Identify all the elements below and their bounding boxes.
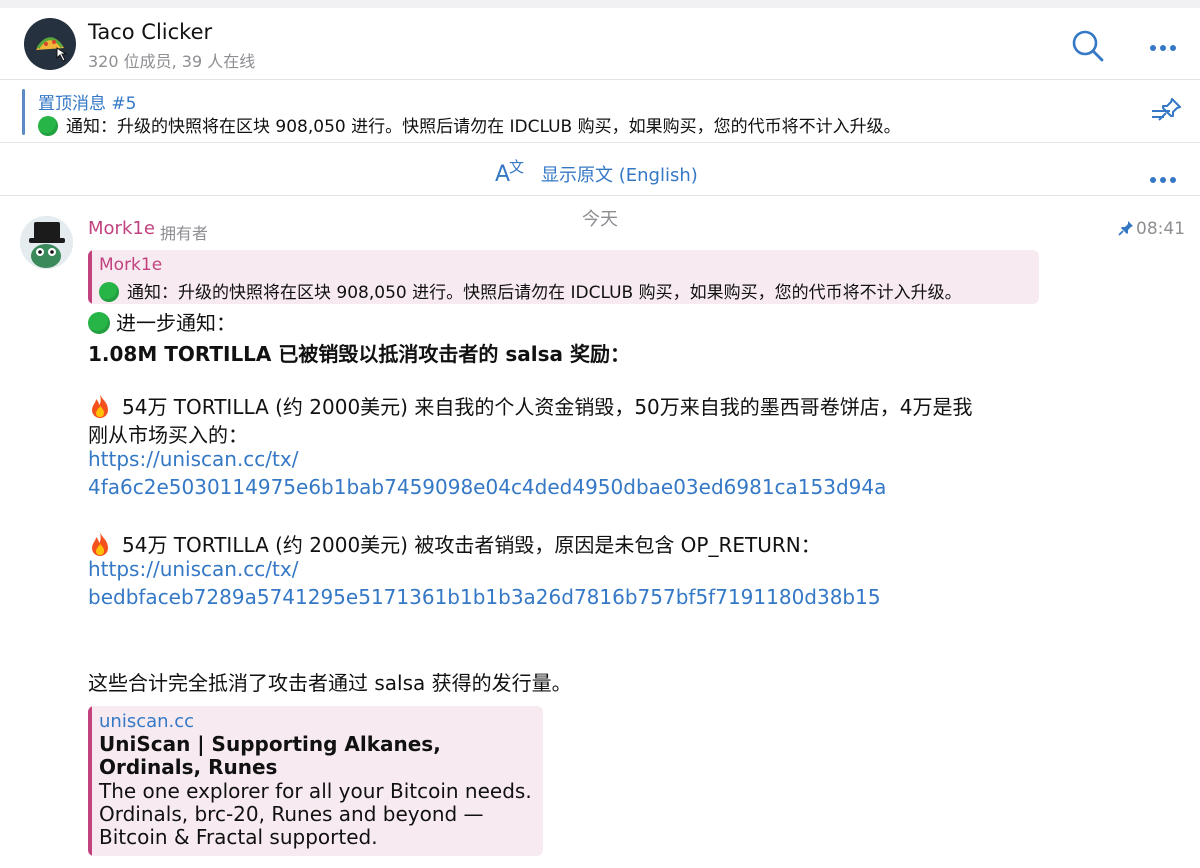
preview-accent-bar (88, 706, 92, 856)
chat-header: Taco Clicker 320 位成员, 39 人在线 (0, 8, 1200, 80)
item2-text: 54万 TORTILLA (约 2000美元) 被攻击者销毁，原因是未包含 OP… (122, 533, 821, 557)
svg-text:A: A (495, 162, 510, 186)
preview-site-name: uniscan.cc (99, 711, 195, 732)
pinned-accent-bar (22, 89, 25, 135)
pin-icon (1118, 221, 1133, 236)
reply-text-content: 通知：升级的快照将在区块 908,050 进行。快照后请勿在 IDCLUB 购买… (127, 283, 962, 303)
message-intro: 进一步通知： (88, 307, 236, 336)
sender-role-badge: 拥有者 (160, 224, 209, 243)
tx-link-2a[interactable]: https://uniscan.cc/tx/ (88, 557, 298, 581)
green-circle-icon (88, 312, 110, 334)
more-dots-icon[interactable] (1140, 154, 1186, 188)
tx-link-2b[interactable]: bedbfaceb7289a5741295e5171361b1b1b3a26d7… (88, 585, 881, 609)
sender-name[interactable]: Mork1e (88, 218, 155, 239)
svg-text:文: 文 (509, 158, 524, 176)
reply-text: 通知：升级的快照将在区块 908,050 进行。快照后请勿在 IDCLUB 购买… (99, 278, 1024, 303)
chat-title[interactable]: Taco Clicker (88, 20, 212, 44)
item1-line: 54万 TORTILLA (约 2000美元) 来自我的个人资金销毁，50万来自… (88, 391, 973, 420)
translate-icon[interactable]: A 文 (494, 156, 528, 187)
member-count: 320 位成员, 39 人在线 (88, 52, 256, 71)
translate-bar: A 文 显示原文 (English) (0, 144, 1200, 196)
fire-icon (92, 394, 108, 418)
pinned-message-bar[interactable]: 置顶消息 #5 通知：升级的快照将在区块 908,050 进行。快照后请勿在 I… (0, 81, 1200, 143)
reply-accent-bar (88, 250, 92, 304)
search-icon[interactable] (1068, 26, 1108, 66)
green-circle-icon (99, 282, 119, 302)
item2-line: 54万 TORTILLA (约 2000美元) 被攻击者销毁，原因是未包含 OP… (88, 529, 821, 558)
message-summary: 这些合计完全抵消了攻击者通过 salsa 获得的发行量。 (88, 671, 572, 695)
pinned-list-icon[interactable] (1148, 95, 1184, 129)
pinned-text-content: 通知：升级的快照将在区块 908,050 进行。快照后请勿在 IDCLUB 购买… (66, 117, 901, 137)
green-circle-icon (38, 116, 58, 136)
preview-description: The one explorer for all your Bitcoin ne… (99, 779, 532, 849)
reply-sender: Mork1e (99, 255, 163, 275)
avatar[interactable] (20, 216, 73, 269)
group-avatar[interactable] (24, 18, 76, 70)
pinned-text: 通知：升级的快照将在区块 908,050 进行。快照后请勿在 IDCLUB 购买… (38, 112, 901, 137)
link-preview-card[interactable]: uniscan.cc UniScan | Supporting Alkanes,… (88, 706, 543, 856)
item1-text-cont: 刚从市场买入的： (88, 423, 248, 447)
top-strip (0, 0, 1200, 8)
pinned-title: 置顶消息 #5 (38, 94, 137, 114)
show-original-button[interactable]: 显示原文 (English) (541, 161, 698, 187)
reply-quote[interactable]: Mork1e 通知：升级的快照将在区块 908,050 进行。快照后请勿在 ID… (88, 250, 1039, 304)
time-text: 08:41 (1136, 219, 1185, 239)
tx-link-1a[interactable]: https://uniscan.cc/tx/ (88, 447, 298, 471)
item1-text: 54万 TORTILLA (约 2000美元) 来自我的个人资金销毁，50万来自… (122, 395, 973, 419)
preview-title: UniScan | Supporting Alkanes, Ordinals, … (99, 732, 441, 779)
fire-icon (92, 532, 108, 556)
tx-link-1b[interactable]: 4fa6c2e5030114975e6b1bab7459098e04c4ded4… (88, 475, 886, 499)
intro-text: 进一步通知： (116, 311, 236, 335)
more-dots-icon[interactable] (1140, 26, 1186, 66)
message-time: 08:41 (1118, 219, 1185, 239)
message-headline: 1.08M TORTILLA 已被销毁以抵消攻击者的 salsa 奖励： (88, 342, 630, 366)
